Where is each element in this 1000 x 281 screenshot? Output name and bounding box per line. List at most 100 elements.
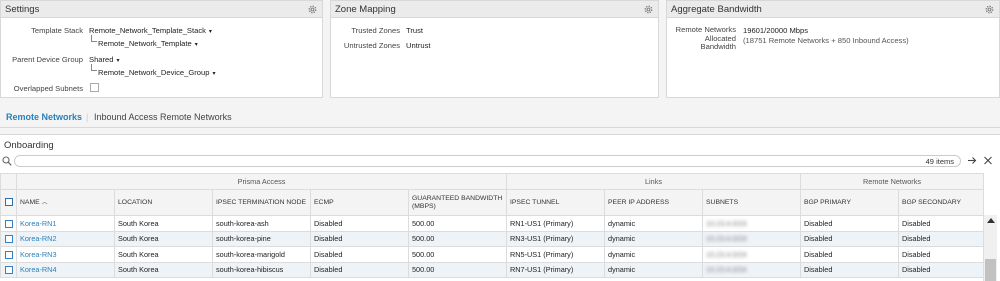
row-checkbox-cell [0, 261, 17, 278]
aggregate-bandwidth-header: Aggregate Bandwidth [667, 1, 999, 18]
chevron-down-icon: ▾ [116, 58, 120, 64]
column-group-row: Prisma Access Links Remote Networks [0, 173, 985, 190]
gear-icon[interactable] [307, 4, 318, 15]
table-row[interactable]: Korea-RN4 South Korea south-korea-hibisc… [0, 261, 985, 278]
network-name-link[interactable]: Korea-RN2 [16, 230, 115, 247]
bandwidth-cell: 500.00 [407, 215, 508, 232]
trusted-zones-value: Trust [406, 26, 424, 35]
zone-mapping-title: Zone Mapping [335, 4, 396, 15]
zone-mapping-header: Zone Mapping [331, 1, 658, 18]
col-peer-ip[interactable]: PEER IP ADDRESS [604, 189, 704, 216]
scrollbar-thumb[interactable] [985, 259, 996, 281]
network-name-link[interactable]: Korea-RN4 [16, 261, 115, 278]
col-ipsec-tunnel[interactable]: IPSEC TUNNEL [506, 189, 606, 216]
gear-icon[interactable] [984, 4, 995, 15]
row-checkbox[interactable] [4, 235, 13, 244]
peer-ip-cell: dynamic [604, 230, 704, 247]
search-input[interactable]: 49 items [14, 155, 961, 167]
allocated-bandwidth-detail: (18751 Remote Networks + 850 Inbound Acc… [743, 36, 909, 45]
ipsec-tunnel-cell: RN3-US1 (Primary) [506, 230, 606, 247]
peer-ip-cell: dynamic [604, 215, 704, 232]
network-name-link[interactable]: Korea-RN1 [16, 215, 115, 232]
tab-bar: Remote Networks | Inbound Access Remote … [0, 108, 1000, 128]
vertical-scrollbar[interactable] [983, 215, 997, 281]
template-stack-value: Remote_Network_Template_Stack [89, 26, 206, 35]
device-group-select[interactable]: Remote_Network_Device_Group ▾ [98, 68, 215, 77]
chevron-down-icon: ▾ [194, 42, 198, 48]
select-all-checkbox[interactable] [4, 198, 13, 207]
ipsec-node-cell: south-korea-marigold [212, 246, 311, 263]
bandwidth-cell: 500.00 [407, 246, 508, 263]
ipsec-tunnel-cell: RN5-US1 (Primary) [506, 246, 606, 263]
template-value: Remote_Network_Template [98, 39, 192, 48]
location-cell: South Korea [114, 230, 213, 247]
col-bandwidth[interactable]: GUARANTEED BANDWIDTH (MBPS) [407, 189, 508, 216]
chevron-down-icon: ▾ [212, 71, 216, 77]
col-ipsec-node[interactable]: IPSEC TERMINATION NODE [212, 189, 311, 216]
zone-mapping-panel: Zone Mapping Trusted Zones Trust Untrust… [330, 0, 659, 98]
location-cell: South Korea [114, 215, 213, 232]
bandwidth-cell: 500.00 [407, 261, 508, 278]
table-row[interactable]: Korea-RN2 South Korea south-korea-pine D… [0, 230, 985, 247]
search-icon [2, 156, 12, 166]
col-bgp-secondary[interactable]: BGP SECONDARY [898, 189, 985, 216]
ipsec-node-cell: south-korea-hibiscus [212, 261, 311, 278]
arrow-right-icon[interactable] [967, 155, 977, 166]
template-stack-select[interactable]: Remote_Network_Template_Stack ▾ [89, 26, 212, 35]
row-checkbox[interactable] [4, 266, 13, 275]
col-ecmp[interactable]: ECMP [310, 189, 409, 216]
row-checkbox[interactable] [4, 250, 13, 259]
overlapped-subnets-label: Overlapped Subnets [13, 84, 83, 93]
bgp-secondary-cell: Disabled [898, 230, 985, 247]
sort-asc-icon: ︿ [41, 199, 48, 206]
untrusted-zones-value: Untrust [406, 41, 431, 50]
tab-remote-networks[interactable]: Remote Networks [6, 112, 82, 122]
table-row[interactable]: Korea-RN3 South Korea south-korea-marigo… [0, 246, 985, 263]
bgp-secondary-cell: Disabled [898, 261, 985, 278]
col-location[interactable]: LOCATION [114, 189, 213, 216]
ipsec-node-cell: south-korea-pine [212, 230, 311, 247]
item-count: 49 items [925, 157, 954, 166]
ecmp-cell: Disabled [310, 230, 409, 247]
location-cell: South Korea [114, 261, 213, 278]
subnets-value: 10.23.4.0/24 [706, 218, 747, 228]
tab-divider [0, 127, 1000, 128]
bgp-secondary-cell: Disabled [898, 246, 985, 263]
subnets-cell: 10.23.4.0/24 [702, 246, 802, 263]
parent-device-group-select[interactable]: Shared ▾ [89, 55, 120, 64]
peer-ip-cell: dynamic [604, 261, 704, 278]
ecmp-cell: Disabled [310, 215, 409, 232]
network-name-link[interactable]: Korea-RN3 [16, 246, 115, 263]
aggregate-bandwidth-panel: Aggregate Bandwidth Remote Networks Allo… [666, 0, 1000, 98]
subnets-value: 10.23.4.0/24 [706, 249, 747, 259]
remote-networks-table: Prisma Access Links Remote Networks NAME… [0, 173, 985, 278]
allocated-bandwidth-label: Remote Networks Allocated Bandwidth [667, 25, 736, 52]
bgp-primary-cell: Disabled [800, 261, 900, 278]
ecmp-cell: Disabled [310, 246, 409, 263]
table-row[interactable]: Korea-RN1 South Korea south-korea-ash Di… [0, 215, 985, 232]
col-name-label: NAME [20, 198, 40, 206]
allocated-bandwidth-value: 19601/20000 Mbps [743, 26, 809, 35]
col-subnets[interactable]: SUBNETS [702, 189, 802, 216]
col-bgp-primary[interactable]: BGP PRIMARY [800, 189, 900, 216]
col-name[interactable]: NAME ︿ [16, 189, 115, 216]
untrusted-zones-label: Untrusted Zones [343, 41, 400, 50]
bgp-primary-cell: Disabled [800, 246, 900, 263]
close-icon[interactable] [983, 155, 993, 166]
scroll-up-arrow-icon[interactable] [987, 218, 995, 223]
settings-panel-header: Settings [1, 1, 322, 18]
bgp-secondary-cell: Disabled [898, 215, 985, 232]
aggregate-bandwidth-title: Aggregate Bandwidth [671, 4, 762, 15]
tab-separator: | [86, 112, 89, 122]
chevron-down-icon: ▾ [208, 29, 212, 35]
group-spacer [0, 173, 17, 190]
ipsec-tunnel-cell: RN7-US1 (Primary) [506, 261, 606, 278]
subnets-cell: 10.23.4.0/24 [702, 230, 802, 247]
onboarding-section: Onboarding 49 items Prisma Access Links … [0, 134, 1000, 281]
template-select[interactable]: Remote_Network_Template ▾ [98, 39, 198, 48]
tab-inbound-access[interactable]: Inbound Access Remote Networks [94, 112, 232, 122]
parent-device-group-value: Shared [89, 55, 114, 64]
row-checkbox[interactable] [4, 219, 13, 228]
gear-icon[interactable] [643, 4, 654, 15]
overlapped-subnets-checkbox[interactable] [90, 83, 99, 92]
